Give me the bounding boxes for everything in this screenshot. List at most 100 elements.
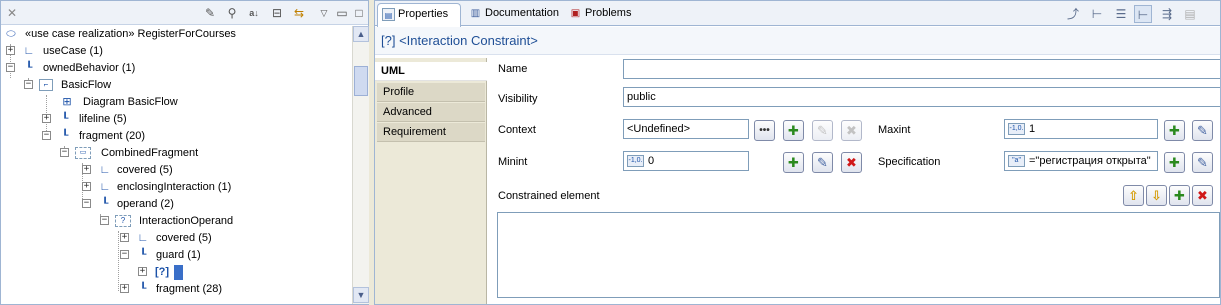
tree-row[interactable]: − ┖ fragment (20) [1, 128, 352, 145]
tab-documentation[interactable]: ▥ Documentation [465, 3, 561, 25]
maxint-field[interactable]: -1,0. 1 [1004, 119, 1158, 139]
expand-toggle[interactable]: + [6, 46, 15, 55]
properties-icon: ▤ [382, 8, 395, 21]
tree-view-icon[interactable]: ⊢ [1088, 5, 1106, 23]
visibility-select[interactable]: public [623, 87, 1220, 107]
add-context-button[interactable]: ✚ [783, 120, 804, 141]
tree-row[interactable]: − ⌐ BasicFlow [1, 77, 352, 94]
tab-properties[interactable]: ▤ Properties [377, 3, 461, 27]
documentation-icon: ▥ [470, 8, 481, 19]
expand-toggle[interactable]: + [82, 182, 91, 191]
tree-label: guard (1) [156, 249, 201, 261]
delete-context-button[interactable]: ✖ [841, 120, 862, 141]
expand-toggle[interactable]: + [120, 284, 129, 293]
tree-label: covered (5) [156, 232, 212, 244]
collapse-toggle[interactable]: − [42, 131, 51, 140]
sort-icon[interactable]: a↓ [245, 4, 263, 22]
tree-row[interactable]: + ∟ useCase (1) [1, 43, 352, 60]
tab-label: Documentation [485, 7, 559, 19]
tree-scrollbar[interactable]: ▲ ▼ [352, 26, 369, 304]
link-with-editor-icon[interactable]: ⇆ [290, 4, 308, 22]
tree-label: fragment (28) [156, 283, 223, 295]
tree-row[interactable]: + ∟ covered (5) [1, 162, 352, 179]
filter-icon[interactable]: ⇶ [1158, 5, 1176, 23]
minint-field[interactable]: -1,0. 0 [623, 151, 749, 171]
tab-profile[interactable]: Profile [377, 83, 485, 102]
tree-row[interactable]: − ┖ operand (2) [1, 196, 352, 213]
opaque-expression-icon: "a" [1008, 155, 1025, 167]
view-tabbar: ▤ Properties ▥ Documentation ▣ Problems … [375, 1, 1220, 27]
expand-toggle[interactable]: + [82, 165, 91, 174]
delete-minint-button[interactable]: ✖ [841, 152, 862, 173]
refresh-icon[interactable]: ▤ [1181, 5, 1199, 23]
context-field[interactable]: <Undefined> [623, 119, 749, 139]
pin-icon[interactable]: ⤴ [1064, 5, 1082, 23]
tree-row[interactable]: ⬭ «use case realization» RegisterForCour… [1, 26, 352, 43]
tree-row[interactable]: + ┖ lifeline (5) [1, 111, 352, 128]
association-icon: ┖ [61, 130, 69, 142]
collapse-toggle[interactable]: − [24, 80, 33, 89]
collapse-all-icon[interactable]: ⊟ [268, 4, 286, 22]
explorer-toolbar: ✕ ✎ ⚲ a↓ ⊟ ⇆ ▽ ▭ □ [1, 1, 368, 25]
properties-view: ▤ Properties ▥ Documentation ▣ Problems … [374, 0, 1221, 305]
literal-integer-icon: -1,0. [1008, 123, 1025, 135]
tree-row[interactable]: + ┖ fragment (28) [1, 281, 352, 298]
move-down-button[interactable]: ⇩ [1146, 185, 1167, 206]
maximize-icon[interactable]: □ [350, 4, 368, 22]
use-case-realization-icon: ⬭ [6, 28, 16, 40]
specification-field[interactable]: "a" ="регистрация открыта" [1004, 151, 1158, 171]
tree-label: useCase (1) [43, 45, 103, 57]
edit-icon[interactable]: ✎ [201, 4, 219, 22]
tab-uml[interactable]: UML [375, 62, 487, 81]
edit-minint-button[interactable]: ✎ [812, 152, 833, 173]
list-view-icon[interactable]: ☰ [1112, 5, 1130, 23]
expand-toggle[interactable]: + [42, 114, 51, 123]
reference-icon: ∟ [99, 164, 111, 176]
tab-advanced[interactable]: Advanced [377, 103, 485, 122]
tree-row[interactable]: + ∟ enclosingInteraction (1) [1, 179, 352, 196]
name-label: Name [498, 63, 528, 75]
collapse-toggle[interactable]: − [60, 148, 69, 157]
scroll-down-icon[interactable]: ▼ [353, 287, 369, 303]
visibility-label: Visibility [498, 93, 538, 105]
operand-icon: ? [115, 215, 131, 227]
tab-problems[interactable]: ▣ Problems [565, 3, 635, 25]
browse-button[interactable]: ••• [754, 120, 775, 141]
tree-row[interactable]: ⊞ Diagram BasicFlow [1, 94, 352, 111]
name-field[interactable] [623, 59, 1220, 79]
selected-item[interactable] [174, 265, 183, 280]
maxint-value: 1 [1029, 123, 1036, 135]
edit-maxint-button[interactable]: ✎ [1192, 120, 1213, 141]
hierarchy-icon[interactable]: ⊢ [1134, 5, 1152, 23]
view-menu-icon[interactable]: ▽ [315, 4, 333, 22]
scroll-thumb[interactable] [354, 66, 368, 96]
constrained-element-list[interactable] [497, 212, 1220, 298]
tree-row[interactable]: − ▭ CombinedFragment [1, 145, 352, 162]
edit-specification-button[interactable]: ✎ [1192, 152, 1213, 173]
add-specification-button[interactable]: ✚ [1164, 152, 1185, 173]
delete-constrained-button[interactable]: ✖ [1192, 185, 1213, 206]
search-icon[interactable]: ⚲ [223, 4, 241, 22]
close-icon[interactable]: ✕ [3, 4, 21, 22]
expand-toggle[interactable]: + [120, 233, 129, 242]
add-constrained-button[interactable]: ✚ [1169, 185, 1190, 206]
tab-requirement[interactable]: Requirement [377, 123, 485, 142]
collapse-toggle[interactable]: − [6, 63, 15, 72]
edit-context-button[interactable]: ✎ [812, 120, 833, 141]
tree-row[interactable]: − ? InteractionOperand [1, 213, 352, 230]
tree-label: enclosingInteraction (1) [117, 181, 232, 193]
tree-row[interactable]: − ┖ guard (1) [1, 247, 352, 264]
reference-icon: ∟ [137, 232, 149, 244]
add-maxint-button[interactable]: ✚ [1164, 120, 1185, 141]
scroll-up-icon[interactable]: ▲ [353, 26, 369, 42]
add-minint-button[interactable]: ✚ [783, 152, 804, 173]
collapse-toggle[interactable]: − [82, 199, 91, 208]
collapse-toggle[interactable]: − [100, 216, 109, 225]
collapse-toggle[interactable]: − [120, 250, 129, 259]
tree-row[interactable]: − ┖ ownedBehavior (1) [1, 60, 352, 77]
expand-toggle[interactable]: + [138, 267, 147, 276]
minimize-icon[interactable]: ▭ [333, 4, 351, 22]
tree-row[interactable]: + [?] [1, 264, 352, 281]
tree-row[interactable]: + ∟ covered (5) [1, 230, 352, 247]
move-up-button[interactable]: ⇧ [1123, 185, 1144, 206]
